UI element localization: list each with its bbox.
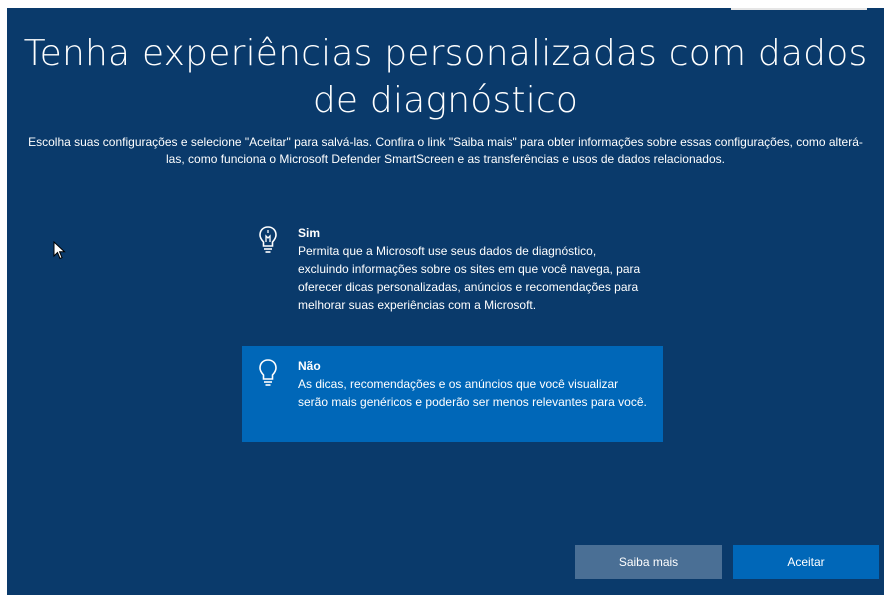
page-title: Tenha experiências personalizadas com da…: [23, 33, 868, 121]
mouse-pointer-icon: [53, 241, 66, 260]
option-nao-title: Não: [298, 359, 321, 373]
lightbulb-on-icon: [259, 226, 277, 253]
accept-button[interactable]: Aceitar: [733, 545, 879, 579]
option-sim[interactable]: Sim Permita que a Microsoft use seus dad…: [242, 213, 663, 339]
lightbulb-off-icon: [259, 359, 277, 386]
page-subtitle: Escolha suas configurações e selecione "…: [28, 135, 863, 166]
learn-more-button[interactable]: Saiba mais: [575, 545, 722, 579]
option-nao-description: As dicas, recomendações e os anúncios qu…: [298, 377, 647, 409]
option-nao[interactable]: Não As dicas, recomendações e os anúncio…: [242, 346, 663, 442]
oobe-privacy-screen: Tenha experiências personalizadas com da…: [7, 8, 884, 595]
option-sim-description: Permita que a Microsoft use seus dados d…: [298, 244, 641, 312]
option-sim-title: Sim: [298, 226, 321, 240]
top-divider: [731, 8, 867, 10]
